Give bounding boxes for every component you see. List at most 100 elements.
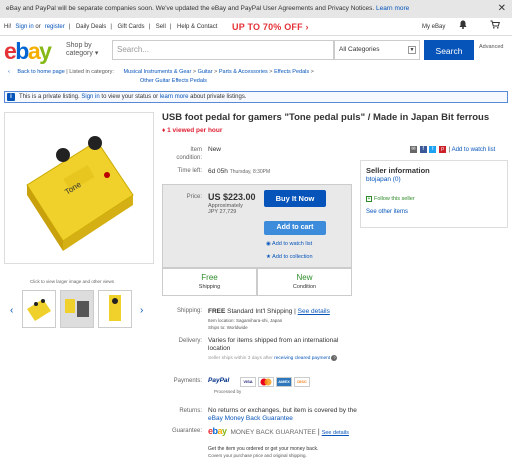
cart-icon[interactable] [490,18,500,36]
item-location: Item location: Sagamihara-shi, Japan [208,318,283,323]
pinterest-icon[interactable]: p [439,146,447,153]
header: ebay Shop by category ▾ Search... All Ca… [0,36,512,64]
thumbnail-3[interactable] [98,290,132,328]
ebay-logo[interactable]: ebay [4,38,52,65]
private-listing-banner: i This is a private listing. Sign in to … [4,91,508,103]
shipping-see-details-link[interactable]: See details [298,308,330,315]
facebook-icon[interactable]: f [419,146,427,153]
guarantee-label: Guarantee: [171,428,202,434]
promo-banner[interactable]: UP TO 70% OFF › [232,18,309,36]
add-to-cart-button[interactable]: Add to cart [264,221,326,235]
email-icon[interactable]: ✉ [410,146,417,153]
search-button[interactable]: Search [424,40,474,60]
advanced-search-link[interactable]: Advanced [479,44,503,50]
eye-icon: ◉ [266,241,271,247]
chevron-left-icon[interactable]: ‹ [10,305,13,316]
returns-value: No returns or exchanges, but item is cov… [208,407,357,422]
watch-list-link[interactable]: Add to watch list [452,147,496,153]
returns-label: Returns: [179,408,202,414]
thumbnail-2[interactable] [60,290,94,328]
thumbnail-strip [20,290,135,330]
add-to-watch-list-link[interactable]: ◉ Add to watch list [266,241,312,247]
back-arrow-icon[interactable]: ‹ [8,69,10,75]
star-icon: ★ [266,254,271,260]
breadcrumb: ‹ Back to home page | Listed in category… [8,69,314,84]
chevron-down-icon: ▾ [94,50,99,57]
ships-to: Ships to: Worldwide [208,325,248,330]
chevron-right-icon[interactable]: › [140,305,143,316]
category-select[interactable]: All Categories ▼ [334,40,420,60]
condition-label: Item condition: [176,147,202,161]
pedal-image: Tone [26,136,134,251]
info-text: about private listings. [190,94,247,100]
mastercard-icon [258,377,274,387]
seller-name[interactable]: btojapan (0) [366,176,401,183]
viewed-badge: ♦ 1 viewed per hour [162,127,223,134]
chevron-down-icon: ▼ [408,46,416,54]
follow-seller-button[interactable]: + Follow this seller [366,196,415,202]
listed-in-label: Listed in category: [69,69,114,75]
breadcrumb-item[interactable]: Musical Instruments & Gear [123,69,191,75]
receiving-payment-link[interactable]: receiving cleared payment [274,356,330,361]
guarantee-see-details-link[interactable]: See details [322,430,349,436]
paypal-logo: PayPal [208,377,230,384]
mbg-link[interactable]: eBay Money Back Guarantee [208,415,293,422]
top-nav: Hi! Sign in or register | Daily Deals | Gift… [0,18,512,36]
time-left-value: 6d 05h Thursday, 8:30PM [208,168,271,175]
notice-learn-more-link[interactable]: Learn more [376,5,409,12]
flame-icon: ♦ [162,127,166,134]
condition-value: New [208,146,222,153]
payments-label: Payments: [173,378,202,384]
seller-heading: Seller information [366,166,430,175]
share-bar: ✉ f t p | Add to watch list [410,146,496,154]
plus-icon: + [366,196,372,202]
shipping-label: Shipping: [176,308,202,314]
daily-deals-link[interactable]: Daily Deals [76,24,106,30]
image-caption: Click to view larger image and other vie… [30,279,115,284]
breadcrumb-item[interactable]: Parts & Accessories [219,69,268,75]
listing-title: USB foot pedal for gamers "Tone pedal pu… [162,112,490,123]
approx-price: Approximately JPY 27,729 [208,203,243,215]
gift-cards-link[interactable]: Gift Cards [118,24,145,30]
shop-by-category-button[interactable]: Shop by category ▾ [66,42,106,58]
help-contact-link[interactable]: Help & Contact [177,24,217,30]
delivery-label: Delivery: [178,338,202,344]
processed-by: Processed by [214,389,242,394]
notice-bar: eBay and PayPal will be separate compani… [0,0,512,18]
sell-link[interactable]: Sell [156,24,166,30]
amex-icon: AMEX [276,377,292,387]
greeting: Hi! [4,24,12,30]
main-product-image[interactable]: Tone [4,112,154,264]
breadcrumb-item[interactable]: Other Guitar Effects Pedals [140,78,207,84]
register-link[interactable]: register [45,24,65,30]
time-left-label: Time left: [177,168,202,174]
price-value: US $223.00 [208,192,256,202]
buy-it-now-button[interactable]: Buy It Now [264,190,326,207]
discover-icon: DISC [294,377,310,387]
free-shipping-box: Free Shipping [162,268,257,296]
mbg-logo: ebay MONEY BACK GUARANTEE | See details [208,426,349,436]
help-icon[interactable]: ? [331,355,338,361]
info-icon: i [7,93,15,101]
signin-link[interactable]: Sign in [15,24,33,30]
notice-text: eBay and PayPal will be separate compani… [6,5,375,12]
breadcrumb-item[interactable]: Guitar [198,69,213,75]
info-learn-link[interactable]: learn more [160,94,189,100]
thumbnail-1[interactable] [22,290,56,328]
search-input[interactable]: Search... [112,40,334,60]
bell-icon[interactable] [459,18,467,36]
my-ebay-link[interactable]: My eBay [422,18,445,36]
delivery-value: Varies for items shipped from an interna… [208,337,339,352]
mbg-desc2: Covers your purchase price and original … [208,453,307,458]
seller-info-panel: Seller information btojapan (0) + Follow … [360,160,508,228]
add-to-collection-link[interactable]: ★ Add to collection [266,254,313,260]
see-other-items-link[interactable]: See other items [366,209,408,215]
back-home-link[interactable]: Back to home page [17,69,64,75]
close-icon[interactable]: ✕ [498,0,506,18]
shipping-value: FREE Standard Int'l Shipping | See detai… [208,308,330,315]
price-label: Price: [186,194,202,200]
info-signin-link[interactable]: Sign in [81,94,99,100]
breadcrumb-item[interactable]: Effects Pedals [274,69,309,75]
condition-box: New Condition [257,268,352,296]
twitter-icon[interactable]: t [429,146,437,153]
